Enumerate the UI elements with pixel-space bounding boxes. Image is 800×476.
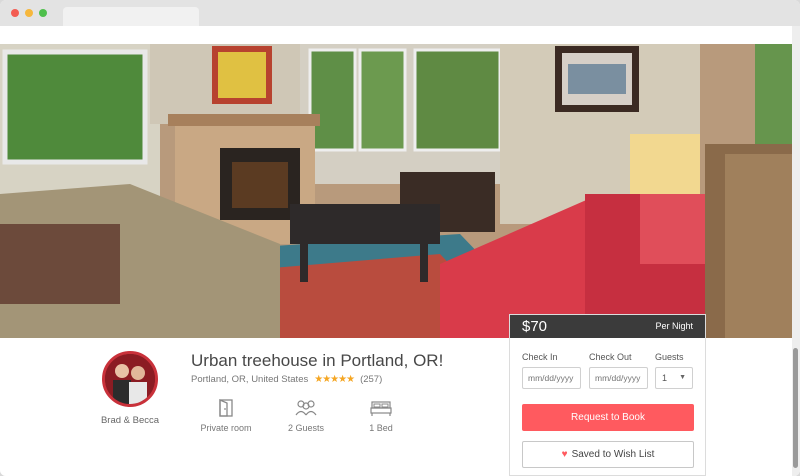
wish-list-button[interactable]: ♥ Saved to Wish List: [522, 441, 694, 468]
scrollbar-thumb[interactable]: [793, 348, 798, 468]
listing-facts: Private room 2 Guests 1 Bed: [196, 398, 406, 438]
host-photo: [105, 354, 155, 404]
review-count[interactable]: (257): [360, 374, 382, 385]
guests-icon: [295, 400, 317, 416]
check-in-label: Check In: [522, 352, 558, 362]
check-out-input[interactable]: [589, 367, 648, 389]
price-bar: $70 Per Night: [510, 315, 705, 338]
listing-title: Urban treehouse in Portland, OR!: [191, 351, 444, 370]
host-info: Brad & Becca: [100, 351, 160, 426]
browser-tab[interactable]: [63, 7, 199, 26]
caret-down-icon: ▼: [679, 374, 686, 381]
price: $70: [522, 318, 548, 335]
rating-stars: ★★★★★: [314, 374, 355, 385]
fact-beds: 1 Bed: [356, 398, 406, 433]
living-room-photo: [0, 44, 792, 338]
guests-select[interactable]: 1 ▼: [655, 367, 693, 389]
door-icon: [219, 399, 233, 417]
price-unit: Per Night: [655, 321, 693, 331]
minimize-window-button[interactable]: [25, 9, 33, 17]
fact-beds-label: 1 Bed: [369, 423, 393, 433]
fact-guests-label: 2 Guests: [287, 423, 325, 433]
booking-card: $70 Per Night Check In Check Out Guests …: [509, 314, 706, 476]
location-text: Portland, OR, United States: [191, 374, 309, 385]
fact-room-type: Private room: [196, 398, 256, 433]
close-window-button[interactable]: [11, 9, 19, 17]
maximize-window-button[interactable]: [39, 9, 47, 17]
check-out-label: Check Out: [589, 352, 632, 362]
fact-guests: 2 Guests: [276, 398, 336, 433]
listing-location-row: Portland, OR, United States ★★★★★ (257): [191, 374, 382, 385]
heart-icon: ♥: [561, 449, 568, 460]
guests-label: Guests: [655, 352, 684, 362]
fact-room-type-label: Private room: [200, 423, 252, 433]
bed-icon: [370, 401, 392, 416]
check-in-input[interactable]: [522, 367, 581, 389]
host-name: Brad & Becca: [100, 415, 160, 426]
guests-value: 1: [662, 373, 668, 383]
request-to-book-button[interactable]: Request to Book: [522, 404, 694, 431]
scrollbar[interactable]: [792, 26, 800, 476]
browser-window: Brad & Becca Urban treehouse in Portland…: [0, 0, 800, 476]
browser-chrome: [0, 0, 800, 26]
wish-list-label: Saved to Wish List: [571, 449, 655, 460]
listing-photo[interactable]: [0, 44, 792, 338]
listing-page: Brad & Becca Urban treehouse in Portland…: [0, 26, 800, 476]
avatar[interactable]: [102, 351, 158, 407]
